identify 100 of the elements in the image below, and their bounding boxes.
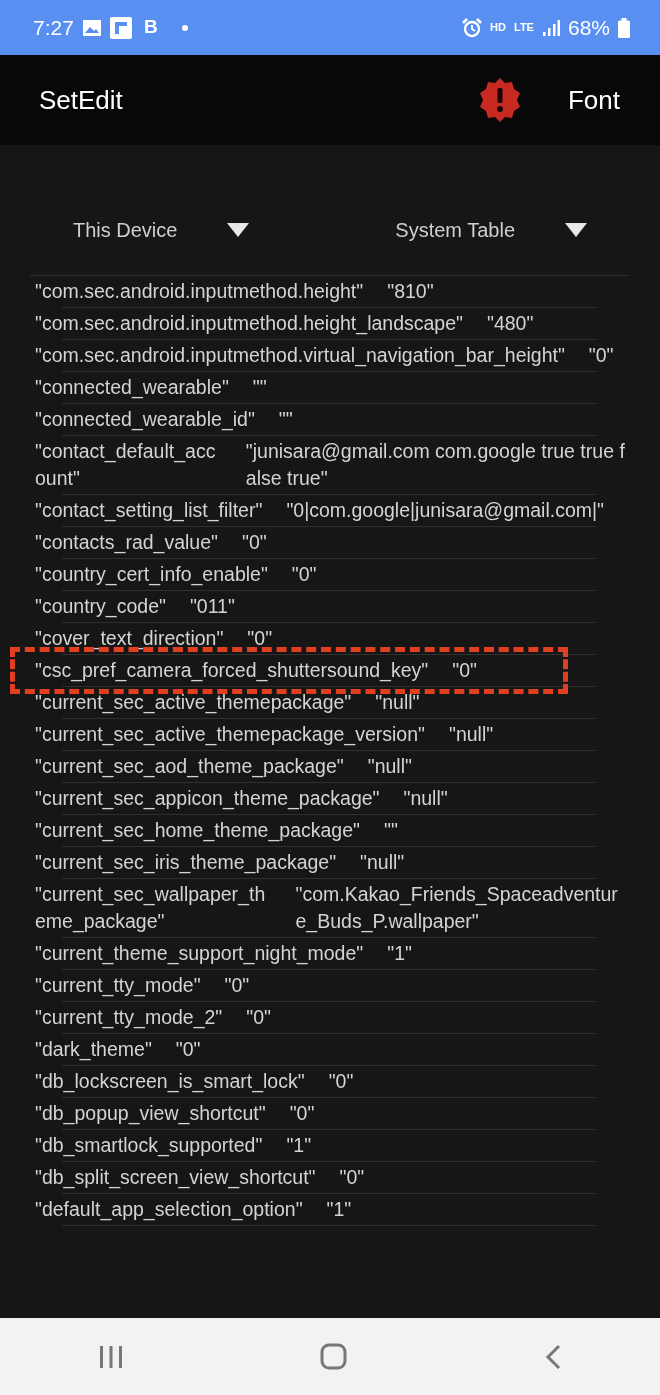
setting-row[interactable]: "cover_text_direction" "0"	[32, 623, 628, 654]
setting-key: "current_sec_appicon_theme_package"	[35, 785, 380, 812]
signal-icon	[541, 18, 560, 37]
battery-percentage: 68%	[567, 14, 610, 41]
setting-value: "011"	[189, 594, 235, 619]
setting-value: "480"	[486, 311, 534, 336]
setting-row[interactable]: "db_lockscreen_is_smart_lock" "0"	[32, 1066, 628, 1097]
setting-row[interactable]: "current_sec_iris_theme_package" "null"	[32, 847, 628, 878]
setting-key: "csc_pref_camera_forced_shuttersound_key"	[35, 657, 429, 684]
setting-value: "com.Kakao_Friends_Spaceadventure_Buds_P.wallpaper"	[295, 882, 619, 935]
setting-value: "0"	[328, 1069, 354, 1094]
setting-value: "0|com.google|junisara@gmail.com|"	[286, 498, 604, 523]
setting-value: "810"	[387, 279, 434, 304]
setting-row[interactable]: "default_app_selection_option" "1"	[32, 1194, 628, 1225]
clock-time: 7:27	[33, 14, 74, 41]
setting-row[interactable]: "connected_wearable" ""	[32, 372, 628, 403]
font-button[interactable]: Font	[567, 80, 620, 120]
dropdown[interactable]: This Device	[72, 185, 250, 275]
home-icon[interactable]	[320, 1343, 348, 1370]
setting-row[interactable]: "current_sec_home_theme_package" ""	[32, 815, 628, 846]
setting-key: "db_split_screen_view_shortcut"	[35, 1164, 316, 1191]
setting-row[interactable]: "contact_default_account" "junisara@gmail.com com.google true true false true"	[32, 436, 628, 494]
highlighted-setting-row[interactable]: "csc_pref_camera_forced_shuttersound_key" "0"	[18, 655, 560, 686]
dropdown-arrow-icon	[227, 223, 250, 237]
setting-key: "cover_text_direction"	[35, 625, 224, 652]
setting-value: "1"	[387, 941, 412, 966]
setting-row[interactable]: "com.sec.android.inputmethod.height" "810"	[32, 276, 628, 307]
setting-key: "db_smartlock_supported"	[35, 1132, 263, 1159]
setting-value: "0"	[452, 658, 477, 683]
setting-key: "contact_default_account"	[35, 438, 222, 492]
setting-key: "current_sec_active_themepackage_version"	[35, 721, 425, 748]
setting-value: ""	[278, 407, 293, 432]
setting-key: "current_theme_support_night_mode"	[35, 940, 364, 967]
setting-value: "0"	[224, 973, 250, 998]
setting-key: "com.sec.android.inputmethod.height_landscape"	[35, 310, 463, 337]
setting-row[interactable]: "current_sec_active_themepackage_version" "null"	[32, 719, 628, 750]
setting-row[interactable]: "current_sec_wallpaper_theme_package" "com.Kakao_Friends_Spaceadventure_Buds_P.wallpaper"	[32, 879, 628, 937]
setting-value: "1"	[326, 1197, 352, 1222]
setting-value: "null"	[449, 722, 494, 747]
setting-value: "0"	[175, 1037, 201, 1062]
setting-value: "0"	[241, 530, 267, 555]
dot-icon	[181, 24, 188, 31]
alarm-icon	[462, 17, 483, 38]
setting-row[interactable]: "current_tty_mode" "0"	[32, 970, 628, 1001]
setting-row[interactable]: "country_code" "011"	[32, 591, 628, 622]
setting-value: "null"	[360, 850, 405, 875]
setting-row[interactable]: "db_smartlock_supported" "1"	[32, 1130, 628, 1161]
setting-key: "current_sec_wallpaper_theme_package"	[35, 881, 272, 935]
setting-row[interactable]: "current_tty_mode_2" "0"	[32, 1002, 628, 1033]
setting-value: "null"	[367, 754, 412, 779]
setting-key: "current_sec_home_theme_package"	[35, 817, 360, 844]
setting-value: "0"	[247, 626, 273, 651]
setting-value: "0"	[246, 1005, 271, 1030]
setting-key: "db_popup_view_shortcut"	[35, 1100, 266, 1127]
setting-key: "connected_wearable"	[35, 374, 229, 401]
setting-key: "connected_wearable_id"	[35, 406, 255, 433]
setting-value: "1"	[286, 1133, 312, 1158]
setting-row[interactable]: "current_sec_aod_theme_package" "null"	[32, 751, 628, 782]
hd-voice-indicator: HD	[490, 22, 506, 33]
setting-row[interactable]: "db_popup_view_shortcut" "0"	[32, 1098, 628, 1129]
gallery-icon	[81, 18, 102, 37]
battery-icon	[618, 17, 630, 38]
setting-key: "contacts_rad_value"	[35, 529, 218, 556]
dropdown[interactable]: System Table	[395, 185, 588, 275]
setting-row[interactable]: "contacts_rad_value" "0"	[32, 527, 628, 558]
network-type: LTE	[514, 22, 534, 33]
setting-value: "0"	[588, 343, 614, 368]
setting-row[interactable]: "current_sec_appicon_theme_package" "null"	[32, 783, 628, 814]
setting-row[interactable]: "connected_wearable_id" ""	[32, 404, 628, 435]
setting-key: "dark_theme"	[35, 1036, 152, 1063]
setting-value: "null"	[375, 690, 420, 715]
setting-value: "junisara@gmail.com com.google true true false true"	[245, 439, 626, 491]
notification-letter: B	[143, 15, 158, 40]
setting-value: "0"	[289, 1101, 315, 1126]
setting-row[interactable]: "com.sec.android.inputmethod.virtual_navigation_bar_height" "0"	[32, 340, 628, 371]
setting-row[interactable]: "db_split_screen_view_shortcut" "0"	[32, 1162, 628, 1193]
setting-row[interactable]: "dark_theme" "0"	[32, 1034, 628, 1065]
setting-value: "0"	[291, 562, 317, 587]
app-title: SetEdit	[39, 83, 123, 117]
setting-value: ""	[383, 818, 398, 843]
app-icon	[109, 16, 132, 39]
setting-value: "null"	[403, 786, 448, 811]
back-icon[interactable]	[543, 1343, 562, 1370]
setting-key: "current_tty_mode_2"	[35, 1004, 223, 1031]
setting-row[interactable]: "contact_setting_list_filter" "0|com.google|junisara@gmail.com|"	[32, 495, 628, 526]
setting-row[interactable]: "current_sec_active_themepackage" "null"	[32, 687, 628, 718]
dropdown-arrow-icon	[565, 223, 588, 237]
setting-row[interactable]: "country_cert_info_enable" "0"	[32, 559, 628, 590]
setting-row[interactable]: "current_theme_support_night_mode" "1"	[32, 938, 628, 969]
setting-value: "0"	[339, 1165, 365, 1190]
setting-row[interactable]: "com.sec.android.inputmethod.height_landscape" "480"	[32, 308, 628, 339]
setting-key: "com.sec.android.inputmethod.virtual_navigation_bar_height"	[35, 342, 565, 369]
setting-key: "country_code"	[35, 593, 166, 620]
setting-key: "current_sec_active_themepackage"	[35, 689, 352, 716]
setting-key: "db_lockscreen_is_smart_lock"	[35, 1068, 305, 1095]
setting-key: "com.sec.android.inputmethod.height"	[35, 278, 364, 305]
setting-key: "contact_setting_list_filter"	[35, 497, 263, 524]
setting-key: "current_sec_aod_theme_package"	[35, 753, 344, 780]
recent-apps-icon[interactable]	[98, 1344, 125, 1369]
setting-key: "current_sec_iris_theme_package"	[35, 849, 337, 876]
